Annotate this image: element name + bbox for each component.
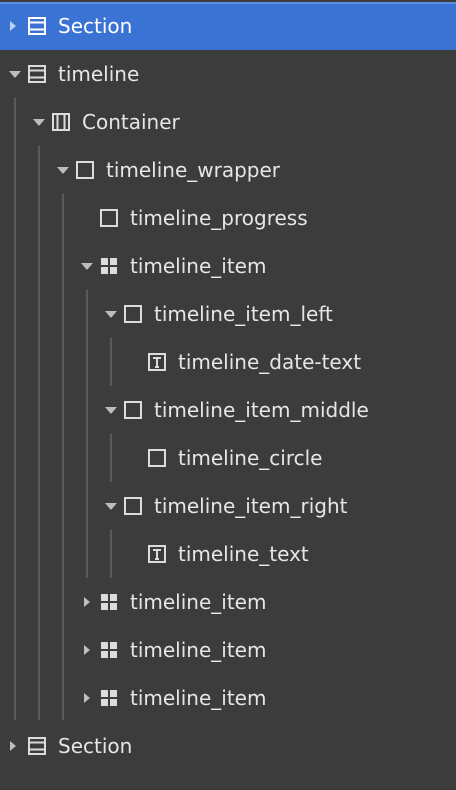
text-block-icon: [148, 545, 166, 563]
tree-item-section[interactable]: Section: [0, 2, 456, 50]
div-block-icon: [124, 305, 142, 323]
tree-item-label: timeline_item_middle: [154, 398, 369, 422]
tree-item-timeline-wrapper[interactable]: timeline_wrapper: [0, 146, 456, 194]
tree-item-label: timeline_date-text: [178, 350, 362, 374]
caret-right-icon[interactable]: [80, 691, 94, 705]
div-block-icon: [148, 449, 166, 467]
tree-item-timeline[interactable]: timeline: [0, 50, 456, 98]
grid-icon: [100, 689, 118, 707]
tree-item-label: timeline_wrapper: [106, 158, 281, 182]
tree-item-label: Section: [58, 14, 133, 38]
tree-item-timeline-item[interactable]: timeline_item: [0, 242, 456, 290]
tree-item-label: timeline_text: [178, 542, 309, 566]
caret-down-icon[interactable]: [80, 259, 94, 273]
caret-down-icon[interactable]: [56, 163, 70, 177]
text-block-icon: [148, 353, 166, 371]
section-icon: [28, 17, 46, 35]
tree-item-timeline-progress[interactable]: timeline_progress: [0, 194, 456, 242]
tree-item-timeline-date-text[interactable]: timeline_date-text: [0, 338, 456, 386]
tree-item-label: timeline_item: [130, 590, 267, 614]
navigator-tree: Section timeline Container timeline_wrap…: [0, 0, 456, 790]
div-block-icon: [124, 401, 142, 419]
tree-item-timeline-item-middle[interactable]: timeline_item_middle: [0, 386, 456, 434]
tree-item-label: timeline_item_right: [154, 494, 348, 518]
caret-right-icon[interactable]: [80, 643, 94, 657]
tree-item-label: Section: [58, 734, 133, 758]
tree-item-label: timeline: [58, 62, 140, 86]
section-icon: [28, 65, 46, 83]
tree-item-label: timeline_item: [130, 638, 267, 662]
caret-right-icon[interactable]: [80, 595, 94, 609]
caret-down-icon[interactable]: [32, 115, 46, 129]
tree-item-timeline-text[interactable]: timeline_text: [0, 530, 456, 578]
caret-down-icon[interactable]: [104, 499, 118, 513]
div-block-icon: [100, 209, 118, 227]
tree-item-timeline-item[interactable]: timeline_item: [0, 674, 456, 722]
tree-item-section[interactable]: Section: [0, 722, 456, 770]
section-icon: [28, 737, 46, 755]
tree-item-timeline-item[interactable]: timeline_item: [0, 578, 456, 626]
tree-item-timeline-item[interactable]: timeline_item: [0, 626, 456, 674]
tree-item-timeline-item-right[interactable]: timeline_item_right: [0, 482, 456, 530]
tree-item-label: timeline_item: [130, 254, 267, 278]
div-block-icon: [76, 161, 94, 179]
grid-icon: [100, 641, 118, 659]
tree-item-label: timeline_item: [130, 686, 267, 710]
tree-item-label: Container: [82, 110, 180, 134]
caret-down-icon[interactable]: [8, 67, 22, 81]
grid-icon: [100, 593, 118, 611]
caret-down-icon[interactable]: [104, 403, 118, 417]
container-icon: [52, 113, 70, 131]
div-block-icon: [124, 497, 142, 515]
caret-down-icon[interactable]: [104, 307, 118, 321]
tree-item-label: timeline_progress: [130, 206, 308, 230]
tree-item-label: timeline_item_left: [154, 302, 333, 326]
tree-item-label: timeline_circle: [178, 446, 323, 470]
tree-item-timeline-circle[interactable]: timeline_circle: [0, 434, 456, 482]
caret-right-icon[interactable]: [6, 19, 20, 33]
caret-right-icon[interactable]: [6, 739, 20, 753]
tree-item-timeline-item-left[interactable]: timeline_item_left: [0, 290, 456, 338]
grid-icon: [100, 257, 118, 275]
tree-item-container[interactable]: Container: [0, 98, 456, 146]
